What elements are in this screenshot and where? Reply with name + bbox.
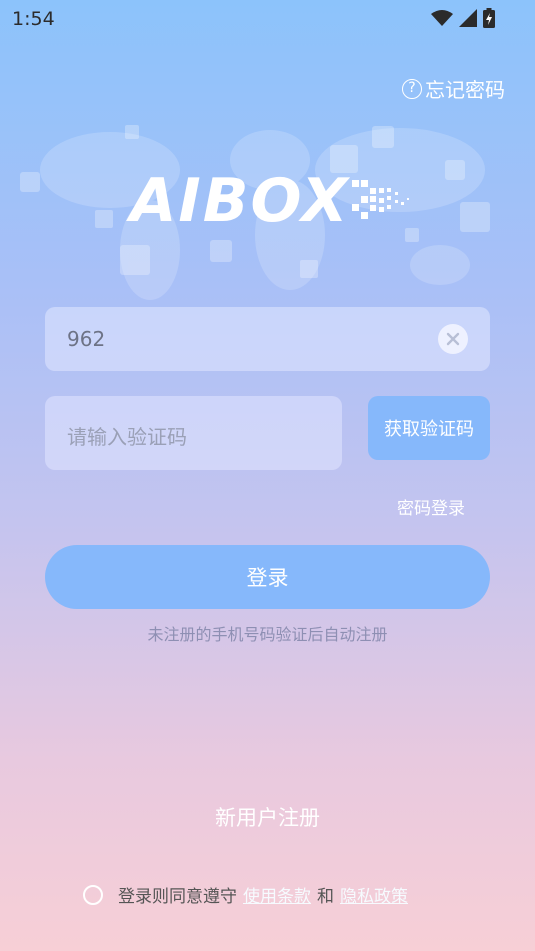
forgot-password-link[interactable]: ? 忘记密码 [402, 74, 505, 103]
status-time: 1:54 [12, 8, 55, 30]
login-button[interactable]: 登录 [45, 545, 490, 609]
agree-radio[interactable] [83, 884, 103, 905]
auto-register-hint: 未注册的手机号码验证后自动注册 [147, 625, 388, 644]
close-icon [446, 332, 460, 346]
clear-input-button[interactable] [438, 324, 468, 354]
logo-pixel-graphic [352, 180, 409, 219]
status-icons [431, 8, 495, 28]
privacy-link[interactable]: 隐私政策 [340, 882, 408, 907]
signal-icon [459, 9, 477, 27]
password-login-link[interactable]: 密码登录 [397, 494, 465, 519]
new-user-register-link[interactable]: 新用户注册 [0, 802, 535, 832]
wifi-icon [431, 10, 453, 26]
phone-input-value: 962 [67, 327, 106, 351]
question-circle-icon: ? [402, 78, 422, 99]
agree-and: 和 [317, 887, 334, 907]
app-logo: AIBOX [130, 166, 350, 236]
get-code-button[interactable]: 获取验证码 [368, 396, 490, 460]
verification-code-input[interactable]: 请输入验证码 [45, 396, 342, 470]
terms-link[interactable]: 使用条款 [243, 882, 311, 907]
battery-icon [483, 8, 495, 28]
phone-input[interactable]: 962 [45, 307, 490, 371]
agree-prefix: 登录则同意遵守 [118, 887, 237, 907]
agreement-row: 登录则同意遵守 使用条款 和 隐私政策 [83, 882, 414, 907]
code-placeholder: 请输入验证码 [67, 425, 187, 449]
forgot-password-label: 忘记密码 [425, 78, 505, 102]
status-bar: 1:54 [0, 0, 535, 36]
